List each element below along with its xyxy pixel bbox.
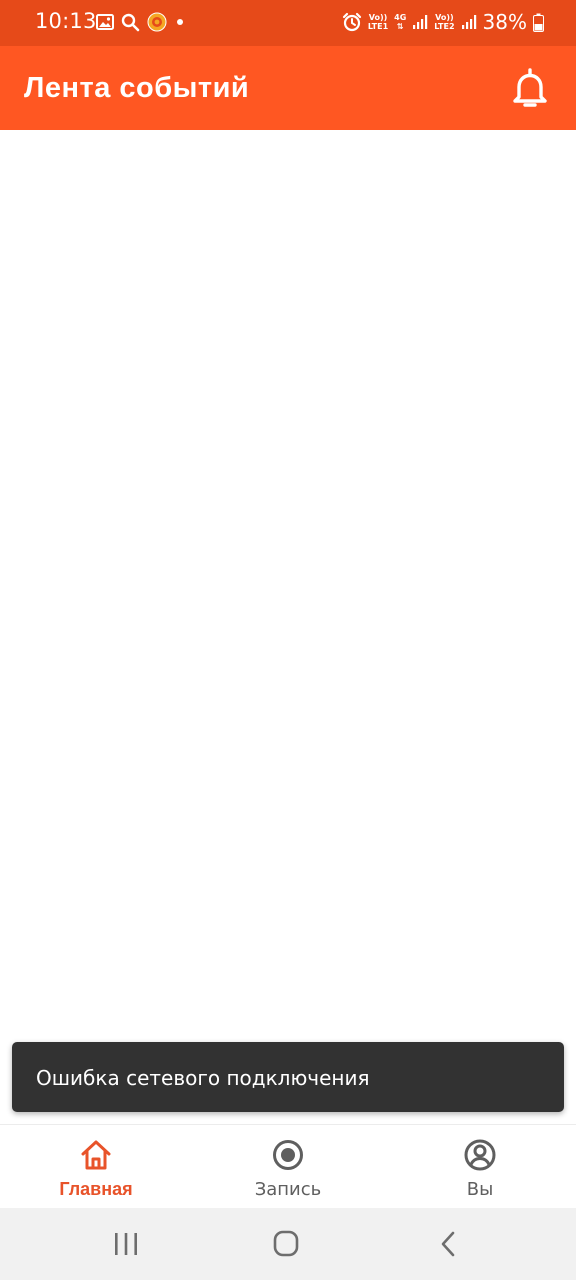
system-home-button[interactable] — [266, 1226, 306, 1262]
status-notification-icons — [96, 11, 186, 33]
profile-icon — [464, 1139, 496, 1171]
recent-apps-icon — [115, 1233, 137, 1255]
home-circle-icon — [273, 1230, 299, 1257]
snackbar-message: Ошибка сетевого подключения — [36, 1066, 370, 1090]
record-icon — [273, 1140, 303, 1170]
home-icon — [81, 1140, 111, 1170]
notifications-button[interactable] — [508, 66, 552, 110]
nav-item-home[interactable]: Главная — [0, 1125, 192, 1209]
nav-label-record: Запись — [254, 1179, 322, 1200]
nav-label-home: Главная — [59, 1179, 133, 1199]
bottom-navigation: Главная Запись Вы — [0, 1124, 576, 1209]
back-icon — [441, 1231, 455, 1257]
network-type-indicator: 4G ⇅ — [394, 13, 406, 31]
screen: 10:13 Vo)) LTE1 4G ⇅ Vo)) LTE2 38% Лента… — [0, 0, 576, 1280]
page-title: Лента событий — [24, 72, 250, 104]
nav-item-record[interactable]: Запись — [192, 1125, 384, 1209]
sim2-volte-indicator: Vo)) LTE2 — [434, 13, 454, 31]
app-bar: Лента событий — [0, 46, 576, 130]
nav-item-profile[interactable]: Вы — [384, 1125, 576, 1209]
search-icon — [121, 13, 140, 31]
status-time: 10:13 — [35, 9, 97, 33]
sim1-lte-label: LTE1 — [367, 22, 389, 31]
battery-percent: 38% — [482, 10, 527, 34]
signal-icon-sim1 — [413, 15, 428, 29]
alarm-icon — [342, 12, 361, 32]
nav-label-profile: Вы — [466, 1179, 494, 1200]
system-navigation-bar — [0, 1208, 576, 1280]
status-system-icons: Vo)) LTE1 4G ⇅ Vo)) LTE2 38% — [342, 9, 544, 35]
status-bar: 10:13 Vo)) LTE1 4G ⇅ Vo)) LTE2 38% — [0, 0, 576, 46]
network-type-label: 4G — [394, 13, 407, 22]
gallery-icon — [96, 14, 114, 30]
more-notifications-dot-icon — [177, 19, 183, 25]
recent-apps-button[interactable] — [106, 1226, 146, 1262]
bell-icon — [513, 68, 547, 107]
error-snackbar: Ошибка сетевого подключения — [12, 1042, 564, 1112]
sim2-lte-label: LTE2 — [434, 22, 455, 31]
data-arrows-icon: ⇅ — [396, 22, 404, 31]
app-notification-icon — [147, 12, 167, 32]
battery-icon — [533, 13, 544, 32]
sim1-volte-label: Vo)) — [368, 13, 388, 22]
sim1-volte-indicator: Vo)) LTE1 — [368, 13, 388, 31]
sim2-volte-label: Vo)) — [435, 13, 454, 22]
system-back-button[interactable] — [428, 1226, 468, 1262]
signal-icon-sim2 — [461, 15, 476, 29]
